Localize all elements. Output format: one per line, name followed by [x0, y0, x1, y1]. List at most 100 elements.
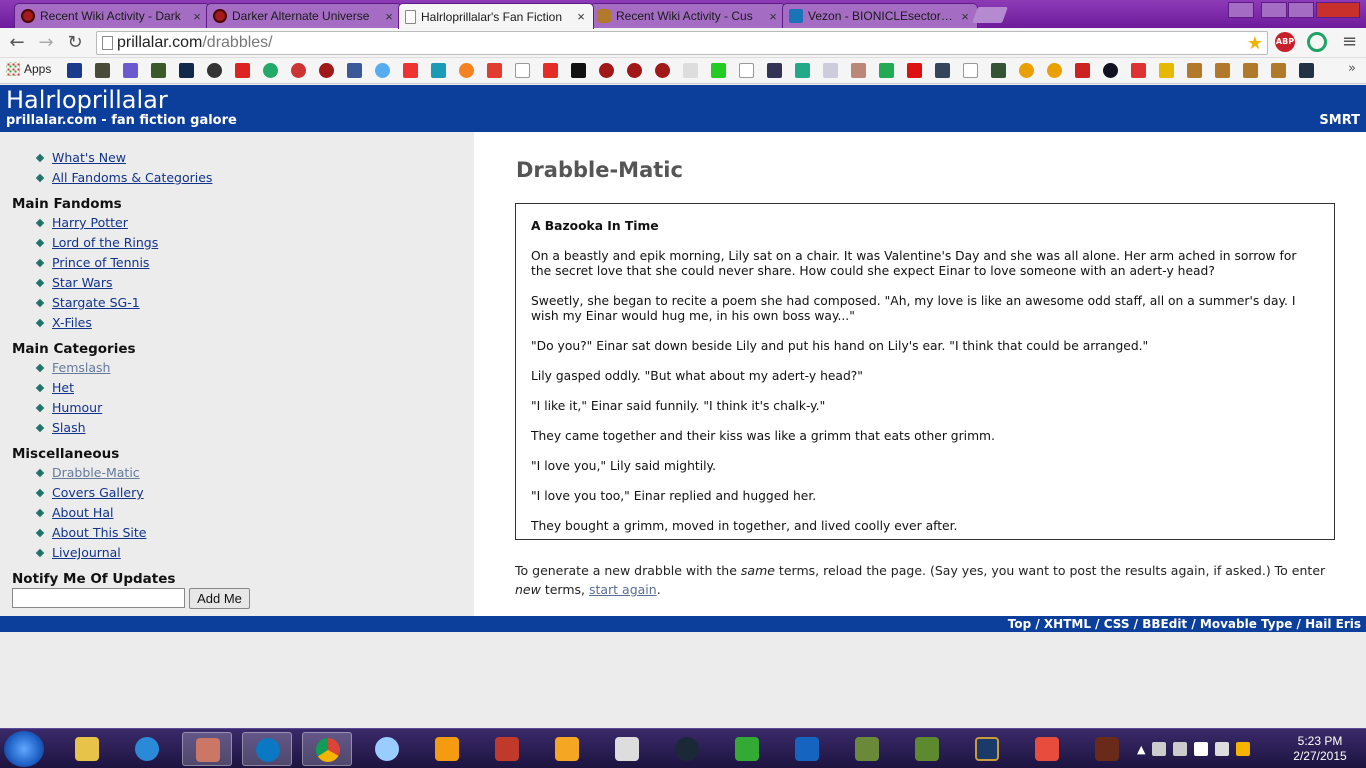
sidebar-link[interactable]: LiveJournal — [52, 545, 121, 560]
bookmark-icon[interactable] — [851, 63, 866, 78]
sidebar-link[interactable]: About This Site — [52, 525, 146, 540]
tab-recent-wiki-activity-cus[interactable]: Recent Wiki Activity - Cus × — [590, 3, 786, 28]
bookmark-icon[interactable] — [711, 63, 726, 78]
taskbar-minecraft[interactable] — [902, 732, 952, 766]
reload-icon[interactable]: ↻ — [65, 33, 85, 53]
taskbar-app[interactable] — [182, 732, 232, 766]
taskbar-explorer[interactable] — [62, 732, 112, 766]
bookmark-icon[interactable] — [1159, 63, 1174, 78]
drive-tray-icon[interactable] — [1236, 742, 1251, 756]
mask-icon[interactable] — [1271, 63, 1286, 78]
twitter-icon[interactable] — [375, 63, 390, 78]
taskbar-steam[interactable] — [662, 732, 712, 766]
tab-darker-alternate-universe[interactable]: Darker Alternate Universe × — [206, 3, 402, 28]
bookmark-icon[interactable] — [767, 63, 782, 78]
taskbar-league[interactable] — [962, 732, 1012, 766]
maximize-button[interactable] — [1288, 2, 1314, 18]
taskbar-hp[interactable] — [242, 732, 292, 766]
bookmark-icon[interactable] — [431, 63, 446, 78]
sidebar-link[interactable]: X-Files — [52, 315, 92, 330]
notify-email-input[interactable] — [12, 588, 185, 608]
sidebar-link[interactable]: Femslash — [52, 360, 110, 375]
usb-tray-icon[interactable] — [1173, 742, 1188, 756]
taskbar-app[interactable] — [362, 732, 412, 766]
tab-vezon-bioniclesector01[interactable]: Vezon - BIONICLEsector01 × — [782, 3, 978, 28]
sidebar-link[interactable]: Harry Potter — [52, 215, 128, 230]
extension-icon[interactable] — [1307, 32, 1327, 52]
new-tab-button[interactable] — [972, 7, 1008, 23]
page-icon[interactable] — [515, 63, 530, 78]
bookmark-icon[interactable] — [1047, 63, 1062, 78]
window-close-button[interactable] — [1316, 2, 1360, 18]
network-icon[interactable] — [1194, 742, 1209, 756]
address-bar[interactable]: prillalar.com/drabbles/ ★ — [96, 31, 1268, 55]
taskbar-chrome[interactable] — [302, 732, 352, 766]
bookmark-icon[interactable] — [571, 63, 586, 78]
bookmark-icon[interactable] — [263, 63, 278, 78]
sidebar-link[interactable]: Lord of the Rings — [52, 235, 158, 250]
bookmark-icon[interactable] — [207, 63, 222, 78]
start-again-link[interactable]: start again — [589, 582, 657, 597]
forward-arrow-icon[interactable]: → — [36, 33, 56, 53]
bookmark-icon[interactable] — [1103, 63, 1118, 78]
bookmark-icon[interactable] — [991, 63, 1006, 78]
bookmark-icon[interactable] — [1299, 63, 1314, 78]
tab-recent-wiki-activity-dark[interactable]: Recent Wiki Activity - Dark × — [14, 3, 210, 28]
sidebar-link[interactable]: Prince of Tennis — [52, 255, 149, 270]
bookmark-icon[interactable] — [795, 63, 810, 78]
volume-icon[interactable] — [1215, 742, 1230, 756]
taskbar-skyrim[interactable] — [602, 732, 652, 766]
taskbar-app[interactable] — [722, 732, 772, 766]
sidebar-link[interactable]: Humour — [52, 400, 102, 415]
taskbar-app[interactable] — [1082, 732, 1132, 766]
bookmark-icon[interactable] — [151, 63, 166, 78]
sidebar-link[interactable]: Het — [52, 380, 74, 395]
bookmark-icon[interactable] — [319, 63, 334, 78]
sidebar-link[interactable]: All Fandoms & Categories — [52, 170, 212, 185]
bookmark-icon[interactable] — [235, 63, 250, 78]
close-icon[interactable]: × — [383, 9, 395, 24]
adblock-plus-icon[interactable]: ABP — [1275, 32, 1295, 52]
show-hidden-icons-icon[interactable]: ▲ — [1137, 743, 1145, 756]
sidebar-link[interactable]: What's New — [52, 150, 126, 165]
bookmark-icon[interactable] — [403, 63, 418, 78]
bookmark-icon[interactable] — [459, 63, 474, 78]
bookmark-icon[interactable] — [1131, 63, 1146, 78]
minimize-button[interactable] — [1261, 2, 1287, 18]
page-icon[interactable] — [739, 63, 754, 78]
close-icon[interactable]: × — [767, 9, 779, 24]
mask-icon[interactable] — [1215, 63, 1230, 78]
site-footer-links[interactable]: Top / XHTML / CSS / BBEdit / Movable Typ… — [0, 616, 1366, 632]
bookmark-icon[interactable] — [67, 63, 82, 78]
bookmark-icon[interactable] — [291, 63, 306, 78]
taskbar-media[interactable] — [122, 732, 172, 766]
bookmark-icon[interactable] — [179, 63, 194, 78]
bookmark-icon[interactable] — [123, 63, 138, 78]
windows-start-button[interactable] — [4, 731, 44, 767]
more-bookmarks-chevron-icon[interactable]: » — [1348, 61, 1356, 76]
mask-icon[interactable] — [1187, 63, 1202, 78]
youtube-icon[interactable] — [543, 63, 558, 78]
tab-halrloprillalar-fan-fiction[interactable]: Halrloprillalar's Fan Fiction × — [398, 3, 594, 29]
taskbar-lego[interactable] — [782, 732, 832, 766]
mask-icon[interactable] — [1243, 63, 1258, 78]
close-icon[interactable]: × — [959, 9, 971, 24]
facebook-icon[interactable] — [347, 63, 362, 78]
close-icon[interactable]: × — [575, 9, 587, 24]
tumblr-icon[interactable] — [935, 63, 950, 78]
taskbar-app[interactable] — [542, 732, 592, 766]
taskbar-app[interactable] — [482, 732, 532, 766]
bookmark-icon[interactable] — [487, 63, 502, 78]
taskbar-app[interactable] — [842, 732, 892, 766]
sidebar-link[interactable]: Covers Gallery — [52, 485, 144, 500]
user-icon[interactable] — [1228, 2, 1254, 18]
bookmark-icon[interactable] — [599, 63, 614, 78]
sidebar-link[interactable]: About Hal — [52, 505, 113, 520]
steam-tray-icon[interactable] — [1152, 742, 1167, 756]
bookmark-icon[interactable] — [823, 63, 838, 78]
sidebar-link[interactable]: Star Wars — [52, 275, 112, 290]
taskbar-app[interactable] — [1022, 732, 1072, 766]
sidebar-link[interactable]: Stargate SG-1 — [52, 295, 140, 310]
bookmark-star-icon[interactable]: ★ — [1247, 32, 1263, 54]
bookmark-icon[interactable] — [655, 63, 670, 78]
